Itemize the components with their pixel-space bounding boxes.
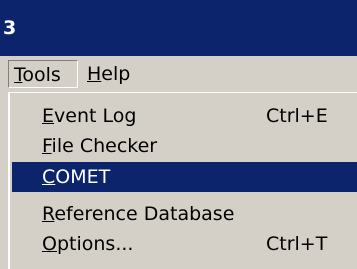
- menu-item-comet[interactable]: COMET: [12, 162, 357, 192]
- menu-bar: Tools Help: [0, 56, 357, 92]
- tools-dropdown-menu: Event Log Ctrl+E File Checker COMET Refe…: [8, 92, 357, 269]
- menu-help-label: elp: [101, 63, 131, 85]
- menu-item-file-checker-label: ile Checker: [51, 135, 158, 157]
- menu-item-options-mnemonic: O: [42, 233, 57, 255]
- title-bar[interactable]: 3: [0, 0, 357, 56]
- menu-item-event-log[interactable]: Event Log Ctrl+E: [12, 101, 357, 131]
- menu-help-mnemonic: H: [87, 63, 102, 85]
- menu-tools-label: ools: [22, 64, 61, 86]
- menu-tools[interactable]: Tools: [8, 60, 78, 88]
- menu-item-event-log-label: vent Log: [54, 105, 137, 127]
- menu-item-reference-database[interactable]: Reference Database: [12, 199, 357, 229]
- menu-item-file-checker[interactable]: File Checker: [12, 131, 357, 161]
- menu-item-reference-database-mnemonic: R: [42, 203, 55, 225]
- window-background: [0, 92, 8, 269]
- menu-item-reference-database-label: eference Database: [54, 203, 235, 225]
- menu-item-event-log-mnemonic: E: [42, 105, 55, 127]
- menu-help[interactable]: Help: [82, 60, 142, 88]
- menu-item-event-log-shortcut: Ctrl+E: [266, 105, 328, 127]
- menu-item-comet-label: OMET: [55, 166, 111, 188]
- menu-item-options[interactable]: Options... Ctrl+T: [12, 229, 357, 259]
- menu-item-options-label: ptions...: [56, 233, 134, 255]
- menu-item-file-checker-mnemonic: F: [42, 135, 52, 157]
- menu-item-comet-mnemonic: C: [42, 166, 56, 188]
- menu-item-options-shortcut: Ctrl+T: [266, 233, 328, 255]
- window-title: 3: [3, 17, 17, 39]
